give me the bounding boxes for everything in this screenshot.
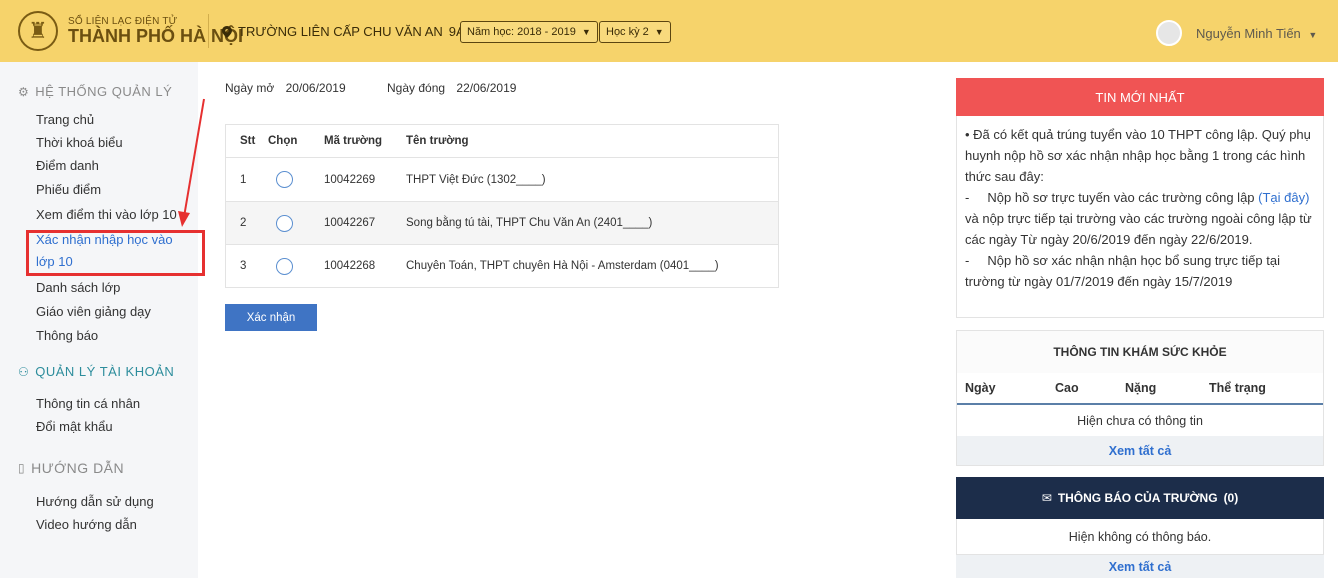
health-table-header: Ngày Cao Nặng Thể trạng (957, 373, 1323, 405)
sidebar-item-timetable[interactable]: Thời khoá biểu (36, 135, 123, 150)
section-label: HƯỚNG DẪN (31, 460, 125, 476)
location-pin-icon (222, 25, 232, 38)
column-header: Ngày (965, 381, 996, 395)
avatar[interactable] (1156, 20, 1182, 46)
sidebar-item-grade10-scores[interactable]: Xem điểm thi vào lớp 10 (36, 207, 177, 222)
term-value: Học kỳ 2 (606, 26, 649, 38)
sidebar-item-teachers[interactable]: Giáo viên giảng dạy (36, 304, 151, 319)
choice-radio[interactable] (276, 257, 293, 275)
section-label: QUẢN LÝ TÀI KHOẢN (35, 364, 175, 379)
city-logo-icon[interactable]: ♜ (18, 11, 58, 51)
choice-radio[interactable] (276, 171, 293, 188)
logo-title[interactable]: THÀNH PHỐ HÀ NỘI (68, 26, 243, 47)
close-date-value: 22/06/2019 (456, 81, 517, 95)
notice-count: (0) (1223, 491, 1239, 505)
school-code: 10042268 (324, 260, 376, 272)
notice-empty-text: Hiện không có thông báo. (956, 519, 1324, 555)
school-name-cell: THPT Việt Đức (1302____) (406, 173, 546, 186)
row-index: 1 (240, 173, 247, 186)
chevron-down-icon: ▼ (581, 27, 591, 37)
school-year-value: Năm học: 2018 - 2019 (467, 26, 576, 38)
table-row: 2 10042267 Song bằng tú tài, THPT Chu Vă… (226, 201, 778, 244)
health-info-title: THÔNG TIN KHÁM SỨC KHỎE (957, 331, 1323, 373)
school-choice-table: Stt Chọn Mã trường Tên trường 1 10042269… (225, 124, 779, 288)
sidebar-item-home[interactable]: Trang chủ (36, 112, 94, 127)
school-code: 10042269 (324, 173, 376, 186)
term-select[interactable]: Học kỳ 2 ▼ (599, 21, 671, 43)
sidebar: ⚙ HỆ THỐNG QUẢN LÝ Trang chủ Thời khoá b… (0, 62, 198, 578)
school-code: 10042267 (324, 217, 376, 229)
column-header: Cao (1055, 381, 1079, 395)
open-date-row: Ngày mở 20/06/2019 (225, 81, 346, 95)
section-title-management: ⚙ HỆ THỐNG QUẢN LÝ (18, 84, 172, 99)
here-link[interactable]: (Tại đây) (1258, 190, 1309, 205)
document-icon: ▯ (18, 461, 26, 475)
sidebar-item-score-sheet[interactable]: Phiếu điểm (36, 182, 101, 197)
news-paragraph: - Nộp hồ sơ trực tuyến vào các trường cô… (965, 187, 1313, 250)
confirm-button[interactable]: Xác nhận (225, 304, 317, 331)
sidebar-item-change-password[interactable]: Đổi mật khẩu (36, 419, 113, 434)
header-divider (208, 14, 209, 48)
school-info: TRƯỜNG LIÊN CẤP CHU VĂN AN 9A (222, 24, 465, 39)
sidebar-item-profile[interactable]: Thông tin cá nhân (36, 396, 140, 411)
section-title-guide: ▯ HƯỚNG DẪN (18, 460, 124, 476)
school-notice-header: ✉ THÔNG BÁO CỦA TRƯỜNG (0) (956, 477, 1324, 519)
user-menu[interactable]: Nguyễn Minh Tiến ▼ (1196, 26, 1317, 41)
school-name-cell: Chuyên Toán, THPT chuyên Hà Nội - Amster… (406, 260, 719, 272)
health-empty-text: Hiện chưa có thông tin (1077, 413, 1203, 428)
column-header: Nặng (1125, 381, 1157, 395)
column-header: Tên trường (406, 135, 469, 147)
close-date-row: Ngày đóng 22/06/2019 (387, 81, 516, 95)
latest-news-body: • Đã có kết quả trúng tuyển vào 10 THPT … (956, 116, 1324, 318)
notice-see-all-link[interactable]: Xem tất cả (956, 555, 1324, 578)
row-index: 2 (240, 217, 247, 229)
choice-radio[interactable] (276, 214, 293, 232)
column-header: Chọn (268, 135, 298, 147)
sidebar-item-user-guide[interactable]: Hướng dẫn sử dụng (36, 494, 154, 509)
column-header: Stt (240, 135, 256, 147)
table-header-row: Stt Chọn Mã trường Tên trường (226, 125, 778, 157)
table-row: 1 10042269 THPT Việt Đức (1302____) (226, 157, 778, 201)
column-header: Thể trạng (1209, 381, 1266, 395)
section-title-account: ⚇ QUẢN LÝ TÀI KHOẢN (18, 364, 174, 379)
open-date-value: 20/06/2019 (285, 81, 346, 95)
gear-icon: ⚙ (18, 84, 30, 99)
highlight-annotation-box (26, 230, 205, 276)
latest-news-header: TIN MỚI NHẤT (956, 78, 1324, 116)
column-header: Mã trường (324, 135, 383, 147)
table-row: 3 10042268 Chuyên Toán, THPT chuyên Hà N… (226, 244, 778, 287)
sidebar-item-video-guide[interactable]: Video hướng dẫn (36, 517, 137, 532)
health-info-box: THÔNG TIN KHÁM SỨC KHỎE Ngày Cao Nặng Th… (956, 330, 1324, 466)
health-see-all-link[interactable]: Xem tất cả (957, 436, 1323, 465)
envelope-icon: ✉ (1041, 491, 1052, 505)
news-paragraph: • Đã có kết quả trúng tuyển vào 10 THPT … (965, 127, 1311, 184)
top-header: ♜ SỔ LIÊN LẠC ĐIỆN TỬ THÀNH PHỐ HÀ NỘI T… (0, 0, 1338, 62)
news-paragraph: - Nộp hồ sơ xác nhận nhận học bổ sung tr… (965, 253, 1284, 289)
chevron-down-icon: ▼ (654, 27, 664, 37)
sidebar-item-notifications[interactable]: Thông báo (36, 328, 98, 343)
section-label: HỆ THỐNG QUẢN LÝ (35, 84, 173, 99)
caret-down-icon: ▼ (1308, 30, 1318, 40)
school-name-cell: Song bằng tú tài, THPT Chu Văn An (2401_… (406, 217, 653, 229)
school-year-select[interactable]: Năm học: 2018 - 2019 ▼ (460, 21, 598, 43)
row-index: 3 (240, 260, 247, 272)
close-date-label: Ngày đóng (387, 81, 446, 95)
school-name: TRƯỜNG LIÊN CẤP CHU VĂN AN (238, 24, 443, 39)
sidebar-item-class-list[interactable]: Danh sách lớp (36, 280, 120, 295)
notice-title: THÔNG BÁO CỦA TRƯỜNG (1057, 491, 1218, 505)
open-date-label: Ngày mở (225, 81, 275, 95)
sidebar-item-attendance[interactable]: Điểm danh (36, 158, 99, 173)
user-name: Nguyễn Minh Tiến (1196, 26, 1301, 41)
news-text: - Nộp hồ sơ trực tuyến vào các trường cô… (965, 190, 1259, 205)
annotation-arrow-icon (178, 98, 205, 227)
user-icon: ⚇ (18, 364, 30, 379)
